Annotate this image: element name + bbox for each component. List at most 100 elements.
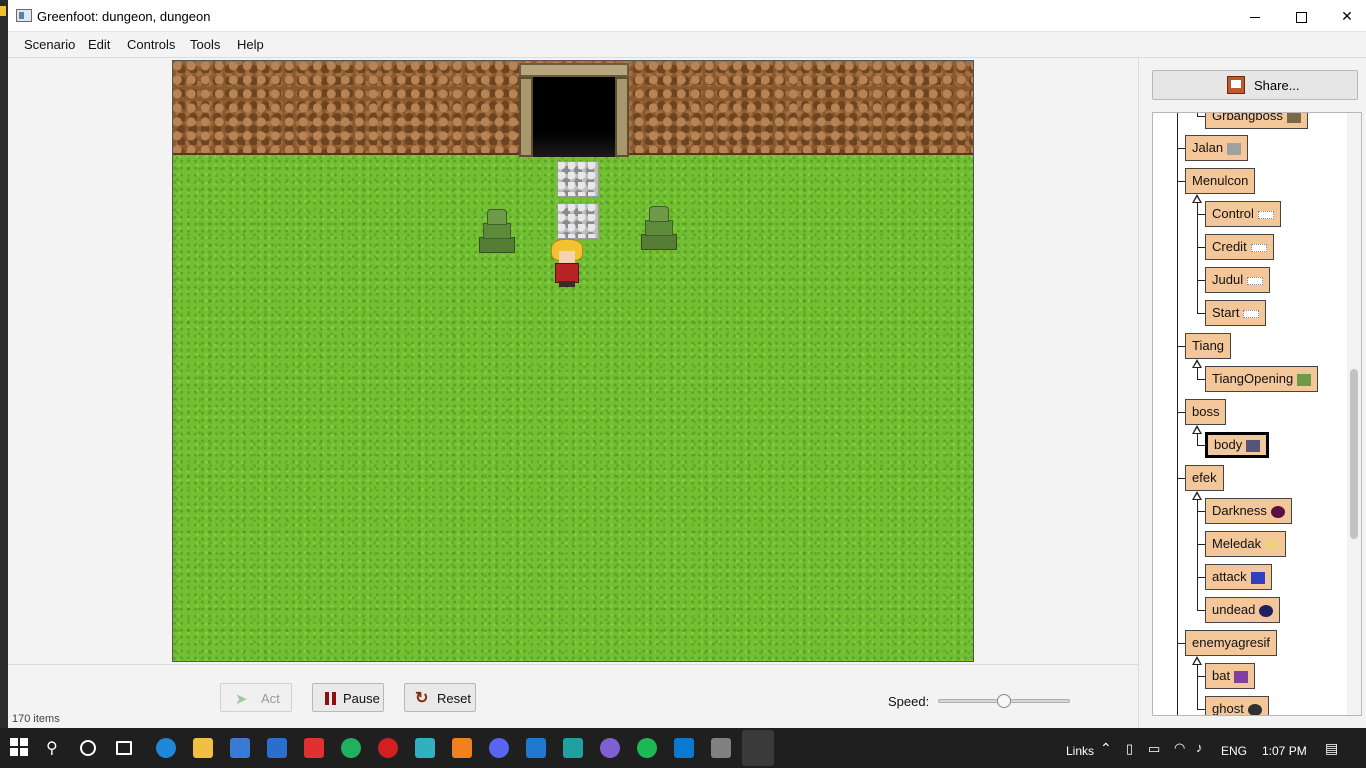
windows-start-icon[interactable] — [10, 738, 30, 758]
greenfoot-taskbar-icon[interactable] — [742, 730, 774, 766]
battery-icon[interactable]: ▭ — [1148, 741, 1160, 757]
gate-doorway — [533, 77, 615, 157]
class-label: boss — [1192, 404, 1220, 419]
act-button[interactable]: ➤ Act — [220, 683, 292, 712]
discord-icon[interactable] — [489, 738, 509, 758]
class-tiang[interactable]: Tiang — [1185, 333, 1232, 359]
upwork-icon[interactable] — [341, 738, 361, 758]
class-control[interactable]: Control — [1205, 201, 1281, 227]
class-label: body — [1214, 437, 1243, 452]
menu-controls[interactable]: Controls — [127, 37, 175, 52]
browser-icon[interactable] — [600, 738, 620, 758]
reset-button[interactable]: ↻ Reset — [404, 683, 476, 712]
wifi-icon[interactable]: ◠ — [1174, 740, 1185, 756]
close-button[interactable]: ✕ — [1324, 0, 1366, 32]
class-attack[interactable]: attack — [1205, 564, 1272, 590]
class-tree-scrollbar[interactable] — [1347, 113, 1361, 715]
tree-connector — [1177, 478, 1185, 479]
menu-bar: Scenario Edit Controls Tools Help — [8, 32, 1366, 58]
pause-button[interactable]: Pause — [312, 683, 384, 712]
reset-label: Reset — [437, 691, 471, 706]
cobble-tile[interactable] — [557, 161, 599, 197]
class-start[interactable]: Start — [1205, 300, 1267, 326]
class-jalan[interactable]: Jalan — [1185, 135, 1249, 161]
class-label: Credit — [1212, 239, 1247, 254]
language-indicator[interactable]: ENG — [1221, 744, 1247, 758]
volume-icon[interactable]: ♪ — [1196, 740, 1203, 755]
notifications-icon[interactable]: ▤ — [1325, 740, 1338, 757]
app-red-icon[interactable] — [378, 738, 398, 758]
share-button[interactable]: Share... — [1152, 70, 1358, 100]
class-label: Meledak — [1212, 536, 1262, 551]
search-icon[interactable]: ⚲ — [46, 738, 66, 758]
vscode-icon[interactable] — [674, 738, 694, 758]
gift-icon[interactable] — [304, 738, 324, 758]
spotify-icon[interactable] — [637, 738, 657, 758]
vlc-icon[interactable] — [452, 738, 472, 758]
hero-character[interactable] — [549, 239, 585, 287]
file-explorer-icon[interactable] — [193, 738, 213, 758]
dark-orb-icon — [1259, 604, 1274, 617]
device-icon[interactable]: ▯ — [1126, 741, 1133, 757]
menu-scenario[interactable]: Scenario — [24, 37, 75, 52]
class-label: Jalan — [1192, 140, 1224, 155]
class-meledak[interactable]: Meledak — [1205, 531, 1287, 557]
class-undead[interactable]: undead — [1205, 597, 1281, 623]
class-judul[interactable]: Judul — [1205, 267, 1271, 293]
speed-slider-thumb[interactable] — [997, 694, 1011, 708]
tree-connector — [1197, 610, 1205, 611]
chevron-up-icon[interactable]: ⌃ — [1100, 740, 1112, 757]
tree-connector — [1197, 116, 1205, 117]
window-title: Greenfoot: dungeon, dungeon — [37, 9, 211, 24]
class-grbangboss[interactable]: Grbangboss — [1205, 112, 1308, 129]
blue-app-icon[interactable] — [526, 738, 546, 758]
class-label: Grbangboss — [1212, 112, 1283, 123]
cortana-icon[interactable] — [80, 740, 96, 756]
class-body[interactable]: body — [1205, 432, 1270, 458]
tree-connector — [1197, 665, 1198, 710]
crescent-icon — [1250, 571, 1265, 584]
tree-connector — [1197, 214, 1205, 215]
inherit-arrow-icon — [1192, 656, 1202, 665]
maximize-button[interactable] — [1278, 0, 1324, 32]
speed-label: Speed: — [888, 694, 930, 709]
download-app-icon[interactable] — [563, 738, 583, 758]
world-view[interactable] — [172, 60, 974, 662]
tree-connector — [1177, 181, 1185, 182]
taskbar: ⚲ Links ⌃ ▯ ▭ ◠ ♪ ENG 1:07 PM ▤ — [0, 728, 1366, 768]
clock[interactable]: 1:07 PM — [1262, 744, 1307, 758]
edge-icon[interactable] — [156, 738, 176, 758]
minimize-button[interactable] — [1232, 0, 1278, 32]
links-toolbar[interactable]: Links — [1066, 744, 1094, 758]
menu-help[interactable]: Help — [237, 37, 264, 52]
class-enemyagresif[interactable]: enemyagresif — [1185, 630, 1278, 656]
store-icon[interactable] — [230, 738, 250, 758]
class-tree: Grbangboss Jalan Menulcon Control Credit Judu… — [1152, 112, 1362, 716]
class-ghost[interactable]: ghost — [1205, 696, 1269, 715]
mail-icon[interactable] — [267, 738, 287, 758]
class-label: efek — [1192, 470, 1217, 485]
menu-edit[interactable]: Edit — [88, 37, 110, 52]
menu-tools[interactable]: Tools — [190, 37, 220, 52]
game-icon[interactable] — [415, 738, 435, 758]
statue-left[interactable] — [479, 209, 515, 253]
statue-right[interactable] — [641, 206, 677, 250]
tree-connector — [1177, 113, 1178, 715]
class-label: Menulcon — [1192, 173, 1249, 188]
cobble-tile[interactable] — [557, 203, 599, 239]
audio-app-icon[interactable] — [711, 738, 731, 758]
pause-label: Pause — [343, 691, 380, 706]
task-view-icon[interactable] — [116, 741, 132, 755]
dungeon-gate[interactable] — [519, 63, 629, 157]
class-menulcon[interactable]: Menulcon — [1185, 168, 1256, 194]
class-tiangopening[interactable]: TiangOpening — [1205, 366, 1319, 392]
gate-lintel — [519, 63, 629, 77]
class-boss[interactable]: boss — [1185, 399, 1227, 425]
class-efek[interactable]: efek — [1185, 465, 1224, 491]
class-darkness[interactable]: Darkness — [1205, 498, 1292, 524]
scrollbar-thumb[interactable] — [1350, 369, 1358, 539]
class-bat[interactable]: bat — [1205, 663, 1256, 689]
speed-slider[interactable] — [938, 694, 1070, 708]
class-credit[interactable]: Credit — [1205, 234, 1274, 260]
greenfoot-window: Greenfoot: dungeon, dungeon ✕ Scenario E… — [8, 0, 1366, 728]
